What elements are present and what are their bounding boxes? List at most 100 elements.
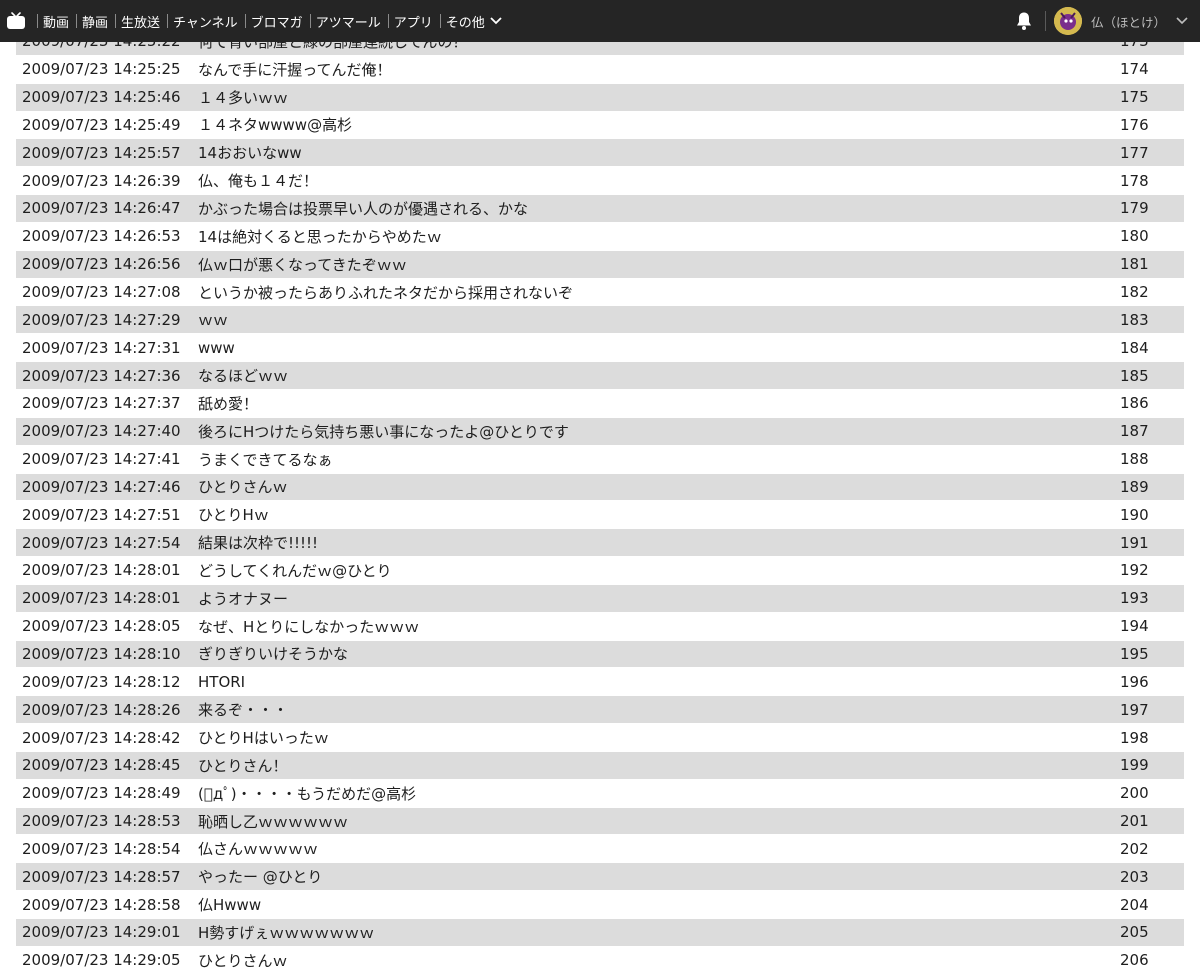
nav-item-label: アプリ — [393, 15, 433, 31]
divider — [1044, 11, 1046, 31]
comment-number: 186 — [1120, 394, 1149, 413]
comment-text: ぎりぎりいけそうかな — [198, 645, 349, 664]
table-row[interactable]: 2009/07/23 14:28:05 なぜ、Hとりにしなかったｗｗｗ 194 — [16, 613, 1184, 641]
comment-text: １４多いｗｗ — [198, 88, 289, 107]
notification-bell-icon[interactable] — [1013, 10, 1035, 32]
nav-item-label: ブロマガ — [250, 15, 303, 31]
table-row[interactable]: 2009/07/23 14:27:40 後ろにHつけたら気持ち悪い事になったよ@ひ… — [16, 417, 1184, 446]
comment-text: 14おおいなww — [198, 144, 302, 163]
table-row[interactable]: 2009/07/23 14:27:31 www 184 — [16, 334, 1184, 363]
table-row[interactable]: 2009/07/23 14:29:05 ひとりさんｗ 206 — [16, 947, 1184, 975]
table-row[interactable]: 2009/07/23 14:26:56 仏ｗ口が悪くなってきたぞｗｗ 181 — [16, 250, 1184, 279]
table-row[interactable]: 2009/07/23 14:29:01 H勢すげぇｗｗｗｗｗｗｗ 205 — [16, 919, 1184, 947]
comment-number: 176 — [1120, 115, 1149, 134]
table-row[interactable]: 2009/07/23 14:28:10 ぎりぎりいけそうかな 195 — [16, 640, 1184, 669]
comment-time: 2009/07/23 14:28:58 — [22, 895, 181, 914]
comment-text: かぶった場合は投票早い人のが優遇される、かな — [198, 199, 529, 218]
table-row[interactable]: 2009/07/23 14:26:47 かぶった場合は投票早い人のが優遇される、か… — [16, 195, 1184, 223]
table-row[interactable]: 2009/07/23 14:25:57 14おおいなww 177 — [16, 139, 1184, 168]
comment-text: 恥晒し乙ｗｗｗｗｗｗ — [198, 812, 349, 831]
table-row[interactable]: 2009/07/23 14:27:41 うまくできてるなぁ 188 — [16, 446, 1184, 474]
table-row[interactable]: 2009/07/23 14:28:01 どうしてくれんだｗ@ひとり 192 — [16, 557, 1184, 585]
table-row[interactable]: 2009/07/23 14:28:54 仏さんｗｗｗｗｗ 202 — [16, 835, 1184, 864]
comment-number: 199 — [1120, 756, 1149, 775]
nav-item-label: アツマール — [315, 15, 381, 31]
table-row[interactable]: 2009/07/23 14:28:57 やったー @ひとり 203 — [16, 863, 1184, 892]
comment-time: 2009/07/23 14:27:51 — [22, 505, 181, 524]
nav-divider — [309, 14, 311, 28]
comment-text: 仏さんｗｗｗｗｗ — [198, 840, 319, 859]
comment-text: ｗｗ — [198, 311, 229, 330]
nav-item-4[interactable]: ブロマガ — [238, 0, 303, 42]
comment-text: ひとりさん！ — [198, 756, 288, 775]
user-menu[interactable]: 仏（ほとけ） — [1053, 7, 1200, 35]
comment-number: 204 — [1120, 895, 1149, 914]
comment-number: 183 — [1120, 310, 1149, 329]
avatar — [1053, 7, 1082, 35]
comment-number: 177 — [1120, 143, 1149, 162]
table-row[interactable]: 2009/07/23 14:28:49 (ﾟдﾟ)・・・・もうだめだ@高杉 200 — [16, 780, 1184, 808]
table-row[interactable]: 2009/07/23 14:27:46 ひとりさんｗ 189 — [16, 473, 1184, 502]
nav-item-label: チャンネル — [173, 15, 238, 31]
nav-item-label: その他 — [445, 15, 485, 31]
comment-time: 2009/07/23 14:28:01 — [22, 589, 181, 608]
table-row[interactable]: 2009/07/23 14:28:45 ひとりさん！ 199 — [16, 751, 1184, 780]
comment-number: 198 — [1120, 728, 1149, 747]
comment-number: 203 — [1120, 867, 1149, 886]
comment-number: 201 — [1120, 812, 1149, 831]
comment-text: 結果は次枠で!!!!! — [198, 534, 319, 553]
table-row[interactable]: 2009/07/23 14:26:53 14は絶対くると思ったからやめたｗ 180 — [16, 223, 1184, 251]
top-navigation-bar: 動画 静画 生放送 チャンネル ブロマガ アツマール アプリ その他 仏（ほとけ） — [0, 0, 1200, 42]
comment-number: 206 — [1120, 951, 1149, 970]
comment-text: 仏Hwww — [198, 896, 262, 915]
comment-time: 2009/07/23 14:29:05 — [22, 951, 181, 970]
comment-text: ひとりさんｗ — [198, 951, 288, 970]
nav-item-3[interactable]: チャンネル — [160, 0, 238, 42]
comment-time: 2009/07/23 14:28:26 — [22, 700, 181, 719]
nav-item-label: 動画 — [43, 15, 70, 31]
table-row[interactable]: 2009/07/23 14:27:29 ｗｗ 183 — [16, 306, 1184, 335]
table-row[interactable]: 2009/07/23 14:27:37 舐め愛！ 186 — [16, 390, 1184, 418]
nav-item-7[interactable]: その他 — [433, 0, 502, 42]
nav-item-0[interactable]: 動画 — [30, 0, 69, 42]
table-row[interactable]: 2009/07/23 14:28:58 仏Hwww 204 — [16, 891, 1184, 919]
comment-number: 194 — [1120, 617, 1149, 636]
comment-text: H勢すげぇｗｗｗｗｗｗｗ — [198, 923, 375, 942]
comment-text: HTORI — [198, 672, 246, 691]
table-row[interactable]: 2009/07/23 14:26:39 仏、俺も１４だ！ 178 — [16, 167, 1184, 196]
table-row[interactable]: 2009/07/23 14:28:01 ようオナヌー 193 — [16, 584, 1184, 613]
comment-time: 2009/07/23 14:29:01 — [22, 923, 181, 942]
nav-item-2[interactable]: 生放送 — [108, 0, 160, 42]
comment-time: 2009/07/23 14:27:31 — [22, 338, 181, 357]
comment-text: １４ネタwwww@高杉 — [198, 116, 353, 135]
comment-number: 185 — [1120, 366, 1149, 385]
table-row[interactable]: 2009/07/23 14:25:25 なんで手に汗握ってんだ俺！ 174 — [16, 56, 1184, 84]
comment-text: 仏、俺も１４だ！ — [198, 172, 319, 191]
table-row[interactable]: 2009/07/23 14:25:49 １４ネタwwww@高杉 176 — [16, 112, 1184, 140]
nav-item-6[interactable]: アプリ — [381, 0, 433, 42]
tv-logo-icon[interactable] — [6, 12, 26, 30]
comment-number: 189 — [1120, 477, 1149, 496]
comment-time: 2009/07/23 14:26:53 — [22, 227, 181, 246]
table-row[interactable]: 2009/07/23 14:25:46 １４多いｗｗ 175 — [16, 83, 1184, 112]
comment-time: 2009/07/23 14:26:56 — [22, 255, 181, 274]
table-row[interactable]: 2009/07/23 14:28:42 ひとりHはいったｗ 198 — [16, 724, 1184, 752]
comment-number: 180 — [1120, 227, 1149, 246]
table-row[interactable]: 2009/07/23 14:28:26 来るぞ・・・ 197 — [16, 696, 1184, 725]
comment-number: 202 — [1120, 839, 1149, 858]
table-row[interactable]: 2009/07/23 14:27:36 なるほどｗｗ 185 — [16, 362, 1184, 390]
comment-text: 後ろにHつけたら気持ち悪い事になったよ@ひとりです — [198, 422, 569, 441]
table-row[interactable]: 2009/07/23 14:27:54 結果は次枠で!!!!! 191 — [16, 529, 1184, 558]
comment-number: 179 — [1120, 199, 1149, 218]
comment-number: 184 — [1120, 338, 1149, 357]
nav-item-1[interactable]: 静画 — [69, 0, 108, 42]
chevron-down-icon — [1176, 17, 1188, 25]
table-row[interactable]: 2009/07/23 14:28:12 HTORI 196 — [16, 668, 1184, 697]
user-name: 仏（ほとけ） — [1090, 14, 1166, 30]
nav-item-5[interactable]: アツマール — [303, 0, 381, 42]
table-row[interactable]: 2009/07/23 14:27:51 ひとりHｗ 190 — [16, 501, 1184, 530]
table-row[interactable]: 2009/07/23 14:28:53 恥晒し乙ｗｗｗｗｗｗ 201 — [16, 807, 1184, 836]
table-row[interactable]: 2009/07/23 14:27:08 というか被ったらありふれたネタだから採用さ… — [16, 279, 1184, 307]
comment-number: 187 — [1120, 422, 1149, 441]
comment-number: 178 — [1120, 171, 1149, 190]
